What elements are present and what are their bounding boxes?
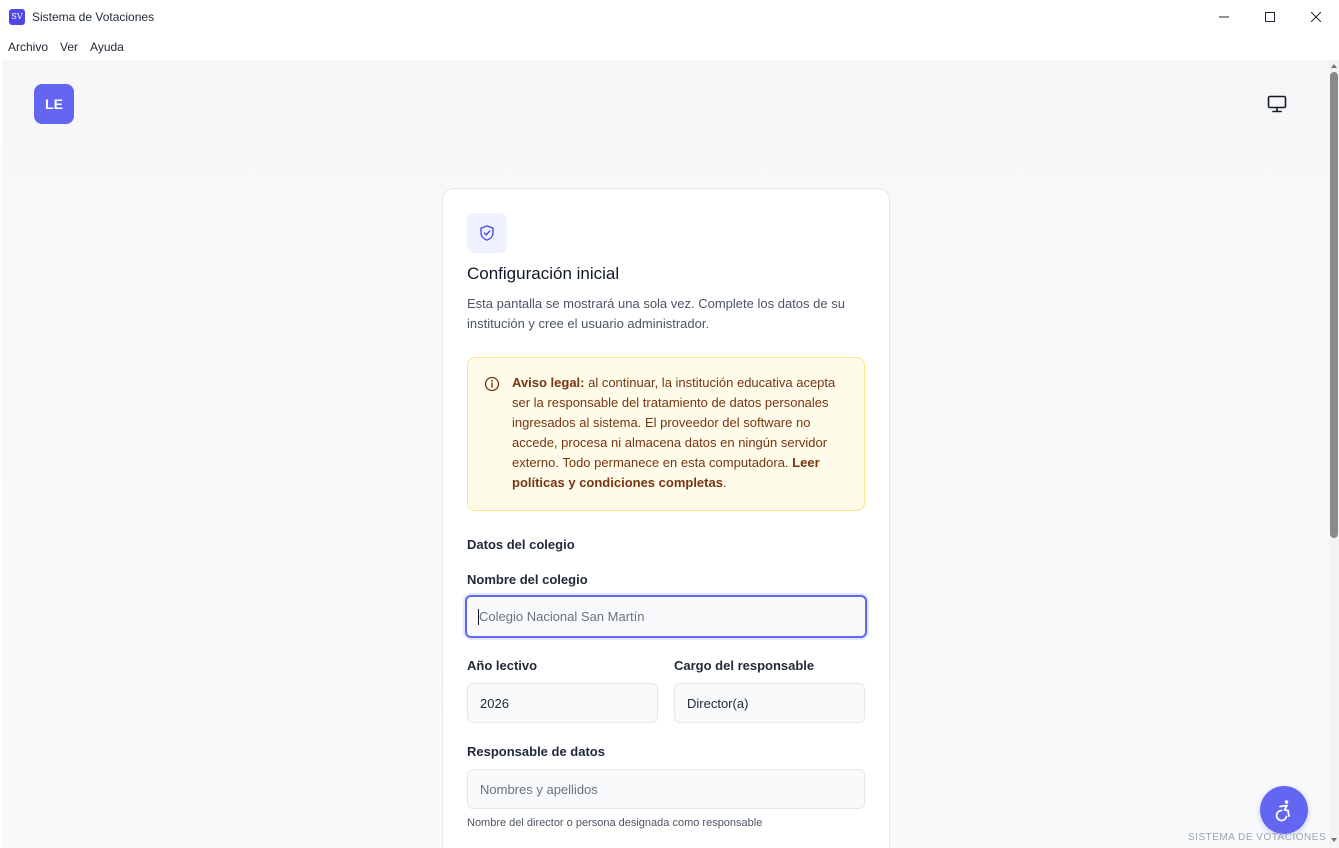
window-controls	[1201, 0, 1339, 34]
legal-notice-end: .	[722, 475, 727, 490]
data-manager-helper: Nombre del director o persona designada …	[467, 817, 763, 829]
school-year-value: 2026	[480, 695, 509, 711]
maximize-icon	[1265, 12, 1275, 22]
title-bar: SV Sistema de Votaciones	[0, 0, 1339, 34]
display-mode-button[interactable]	[1262, 90, 1292, 118]
section-title-school: Datos del colegio	[467, 537, 575, 552]
close-button[interactable]	[1293, 0, 1339, 34]
scroll-down-arrow-icon[interactable]	[1330, 836, 1338, 844]
school-year-label: Año lectivo	[467, 658, 538, 673]
school-name-input[interactable]: Colegio Nacional San Martín	[465, 595, 867, 638]
footer-brand: SISTEMA DE VOTACIONES	[1188, 832, 1327, 843]
close-icon	[1311, 12, 1321, 22]
school-year-input[interactable]: 2026	[467, 683, 658, 723]
app-icon: SV	[9, 9, 25, 25]
role-value: Director(a)	[687, 695, 749, 711]
window-title: Sistema de Votaciones	[32, 10, 155, 24]
role-input[interactable]: Director(a)	[674, 683, 865, 723]
accessibility-button[interactable]	[1260, 786, 1308, 834]
setup-card: Configuración inicial Esta pantalla se m…	[442, 188, 890, 848]
legal-notice: Aviso legal: al continuar, la institució…	[467, 357, 865, 511]
menu-bar: Archivo Ver Ayuda	[0, 34, 1339, 60]
role-label: Cargo del responsable	[674, 658, 815, 673]
school-name-label: Nombre del colegio	[467, 572, 588, 587]
scroll-up-arrow-icon[interactable]	[1330, 62, 1338, 70]
data-manager-label: Responsable de datos	[467, 744, 605, 759]
menu-ayuda[interactable]: Ayuda	[90, 40, 124, 54]
monitor-icon	[1267, 95, 1287, 113]
menu-archivo[interactable]: Archivo	[8, 40, 48, 54]
menu-ver[interactable]: Ver	[60, 40, 78, 54]
maximize-button[interactable]	[1247, 0, 1293, 34]
institution-logo: LE	[34, 84, 74, 124]
page-description: Esta pantalla se mostrará una sola vez. …	[467, 296, 845, 331]
info-icon	[484, 376, 500, 392]
scrollbar-thumb[interactable]	[1330, 72, 1338, 538]
main-content: LE Configuración inicial Esta pantalla s…	[2, 60, 1329, 848]
minimize-button[interactable]	[1201, 0, 1247, 34]
accessibility-icon	[1275, 800, 1290, 822]
page-title: Configuración inicial	[467, 264, 620, 283]
shield-check-icon	[480, 225, 494, 241]
data-manager-input[interactable]: Nombres y apellidos	[467, 769, 865, 809]
minimize-icon	[1219, 16, 1229, 18]
data-manager-placeholder: Nombres y apellidos	[480, 781, 598, 797]
legal-notice-text: Aviso legal: al continuar, la institució…	[512, 373, 852, 493]
legal-notice-label: Aviso legal:	[512, 375, 585, 390]
school-name-placeholder: Colegio Nacional San Martín	[479, 609, 645, 624]
shield-badge	[467, 213, 507, 253]
